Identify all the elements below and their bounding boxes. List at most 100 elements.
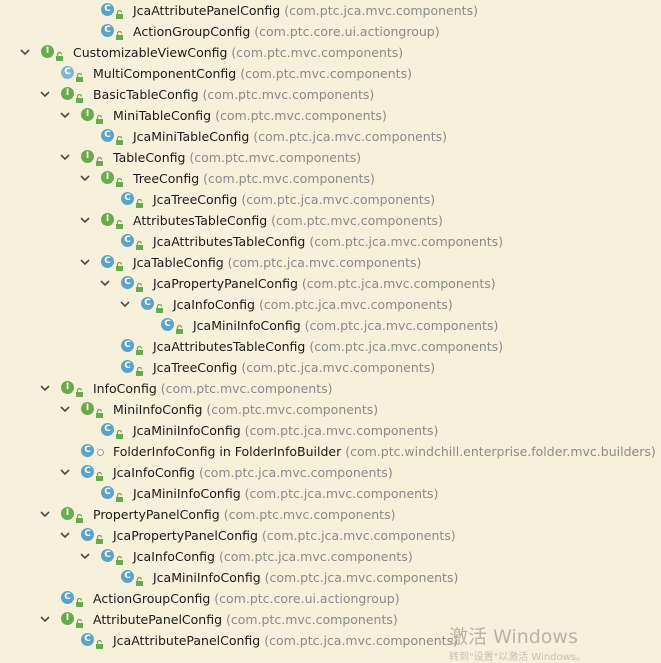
- public-lock-icon: [115, 5, 124, 19]
- class-name: JcaMiniTableConfig: [133, 129, 250, 144]
- class-name: ActionGroupConfig: [93, 591, 211, 606]
- class-icon: C: [121, 360, 134, 373]
- tree-node[interactable]: I TreeConfig (com.ptc.mvc.components): [0, 168, 661, 189]
- node-label: JcaInfoConfig (com.ptc.jca.mvc.component…: [113, 462, 393, 483]
- tree-node[interactable]: C JcaMiniInfoConfig (com.ptc.jca.mvc.comp…: [0, 567, 661, 588]
- tree-node[interactable]: I BasicTableConfig (com.ptc.mvc.component…: [0, 84, 661, 105]
- class-name: JcaInfoConfig: [113, 465, 195, 480]
- node-label: MiniTableConfig (com.ptc.mvc.components): [113, 105, 387, 126]
- package-name: (com.ptc.jca.mvc.components): [305, 339, 504, 354]
- tree-node[interactable]: C JcaInfoConfig (com.ptc.jca.mvc.componen…: [0, 546, 661, 567]
- package-name: (com.ptc.jca.mvc.components): [194, 465, 393, 480]
- node-label: JcaMiniInfoConfig (com.ptc.jca.mvc.compo…: [133, 420, 438, 441]
- node-label: JcaAttributesTableConfig (com.ptc.jca.mv…: [153, 231, 503, 252]
- package-name: (com.ptc.mvc.components): [185, 150, 362, 165]
- public-lock-icon: [135, 362, 144, 376]
- expand-arrow-icon[interactable]: [40, 504, 50, 518]
- node-label: JcaMiniInfoConfig (com.ptc.jca.mvc.compo…: [153, 567, 458, 588]
- public-lock-icon: [115, 551, 124, 565]
- tree-node[interactable]: I CustomizableViewConfig (com.ptc.mvc.com…: [0, 42, 661, 63]
- class-name: MiniInfoConfig: [113, 402, 203, 417]
- expand-arrow-icon[interactable]: [60, 462, 70, 476]
- interface-icon: I: [101, 213, 114, 226]
- interface-icon: I: [81, 150, 94, 163]
- class-icon: C: [101, 129, 114, 142]
- expand-arrow-icon[interactable]: [80, 210, 90, 224]
- expand-arrow-icon[interactable]: [40, 609, 50, 623]
- class-name: JcaTableConfig: [133, 255, 224, 270]
- tree-node[interactable]: C JcaMiniInfoConfig (com.ptc.jca.mvc.comp…: [0, 483, 661, 504]
- interface-icon: I: [61, 612, 74, 625]
- public-lock-icon: [115, 425, 124, 439]
- public-lock-icon: [135, 572, 144, 586]
- tree-node[interactable]: C JcaTreeConfig (com.ptc.jca.mvc.componen…: [0, 357, 661, 378]
- tree-node[interactable]: C JcaTableConfig (com.ptc.jca.mvc.compone…: [0, 252, 661, 273]
- tree-node[interactable]: C ActionGroupConfig (com.ptc.core.ui.acti…: [0, 21, 661, 42]
- public-lock-icon: [95, 110, 104, 124]
- expand-arrow-icon[interactable]: [60, 399, 70, 413]
- tree-node[interactable]: C FolderInfoConfig in FolderInfoBuilder (…: [0, 441, 661, 462]
- expand-arrow-icon[interactable]: [60, 147, 70, 161]
- public-lock-icon: [175, 320, 184, 334]
- public-lock-icon: [95, 467, 104, 481]
- expand-arrow-icon[interactable]: [60, 105, 70, 119]
- package-name: (com.ptc.jca.mvc.components): [240, 486, 439, 501]
- tree-node[interactable]: C JcaPropertyPanelConfig (com.ptc.jca.mvc…: [0, 273, 661, 294]
- node-label: JcaTreeConfig (com.ptc.jca.mvc.component…: [153, 189, 435, 210]
- tree-node[interactable]: C JcaTreeConfig (com.ptc.jca.mvc.componen…: [0, 189, 661, 210]
- tree-node[interactable]: C JcaAttributePanelConfig (com.ptc.jca.mv…: [0, 0, 661, 21]
- node-label: JcaMiniInfoConfig (com.ptc.jca.mvc.compo…: [193, 315, 498, 336]
- package-name: (com.ptc.jca.mvc.components): [223, 255, 422, 270]
- tree-node[interactable]: C JcaMiniInfoConfig (com.ptc.jca.mvc.comp…: [0, 315, 661, 336]
- class-name: JcaTreeConfig: [153, 192, 238, 207]
- public-lock-icon: [95, 530, 104, 544]
- expand-arrow-icon[interactable]: [40, 378, 50, 392]
- package-name: (com.ptc.mvc.components): [227, 45, 404, 60]
- tree-node[interactable]: I TableConfig (com.ptc.mvc.components): [0, 147, 661, 168]
- package-name: (com.ptc.mvc.components): [236, 66, 412, 81]
- package-name: (com.ptc.jca.mvc.components): [297, 276, 496, 291]
- expand-arrow-icon[interactable]: [40, 84, 50, 98]
- public-lock-icon: [95, 404, 104, 418]
- tree-node[interactable]: C JcaInfoConfig (com.ptc.jca.mvc.componen…: [0, 294, 661, 315]
- tree-node[interactable]: C JcaInfoConfig (com.ptc.jca.mvc.componen…: [0, 462, 661, 483]
- tree-node[interactable]: C JcaMiniTableConfig (com.ptc.jca.mvc.com…: [0, 126, 661, 147]
- tree-node[interactable]: C JcaAttributesTableConfig (com.ptc.jca.m…: [0, 231, 661, 252]
- tree-node[interactable]: I InfoConfig (com.ptc.mvc.components): [0, 378, 661, 399]
- public-lock-icon: [75, 593, 84, 607]
- tree-node[interactable]: C JcaPropertyPanelConfig (com.ptc.jca.mvc…: [0, 525, 661, 546]
- package-name: (com.ptc.jca.mvc.components): [214, 549, 413, 564]
- class-name: JcaAttributesTableConfig: [153, 234, 306, 249]
- class-name: TreeConfig: [133, 171, 200, 186]
- package-name: (com.ptc.mvc.components): [222, 612, 398, 627]
- node-label: MiniInfoConfig (com.ptc.mvc.components): [113, 399, 378, 420]
- tree-node[interactable]: C MultiComponentConfig (com.ptc.mvc.compo…: [0, 63, 661, 84]
- class-icon: C: [121, 276, 134, 289]
- class-name: JcaMiniInfoConfig: [133, 423, 241, 438]
- tree-node[interactable]: I PropertyPanelConfig (com.ptc.mvc.compon…: [0, 504, 661, 525]
- expand-arrow-icon[interactable]: [60, 525, 70, 539]
- expand-arrow-icon[interactable]: [80, 252, 90, 266]
- expand-arrow-icon[interactable]: [100, 273, 110, 287]
- tree-node[interactable]: I AttributesTableConfig (com.ptc.mvc.comp…: [0, 210, 661, 231]
- package-name: (com.ptc.core.ui.actiongroup): [250, 24, 440, 39]
- class-icon: C: [161, 318, 174, 331]
- expand-arrow-icon[interactable]: [80, 546, 90, 560]
- class-icon: C: [121, 570, 134, 583]
- expand-arrow-icon[interactable]: [80, 168, 90, 182]
- tree-node[interactable]: C JcaAttributesTableConfig (com.ptc.jca.m…: [0, 336, 661, 357]
- public-lock-icon: [75, 509, 84, 523]
- tree-node[interactable]: C ActionGroupConfig (com.ptc.core.ui.acti…: [0, 588, 661, 609]
- expand-arrow-icon[interactable]: [120, 294, 130, 308]
- expand-arrow-icon[interactable]: [20, 42, 30, 56]
- tree-node[interactable]: I MiniInfoConfig (com.ptc.mvc.components): [0, 399, 661, 420]
- class-name: JcaMiniInfoConfig: [193, 318, 301, 333]
- node-label: TableConfig (com.ptc.mvc.components): [113, 147, 361, 168]
- tree-node[interactable]: I MiniTableConfig (com.ptc.mvc.components…: [0, 105, 661, 126]
- public-lock-icon: [115, 131, 124, 145]
- node-label: InfoConfig (com.ptc.mvc.components): [93, 378, 333, 399]
- tree-node[interactable]: C JcaMiniInfoConfig (com.ptc.jca.mvc.comp…: [0, 420, 661, 441]
- class-icon: C: [121, 339, 134, 352]
- package-name: (com.ptc.jca.mvc.components): [257, 528, 456, 543]
- package-name: (com.ptc.jca.mvc.components): [305, 234, 504, 249]
